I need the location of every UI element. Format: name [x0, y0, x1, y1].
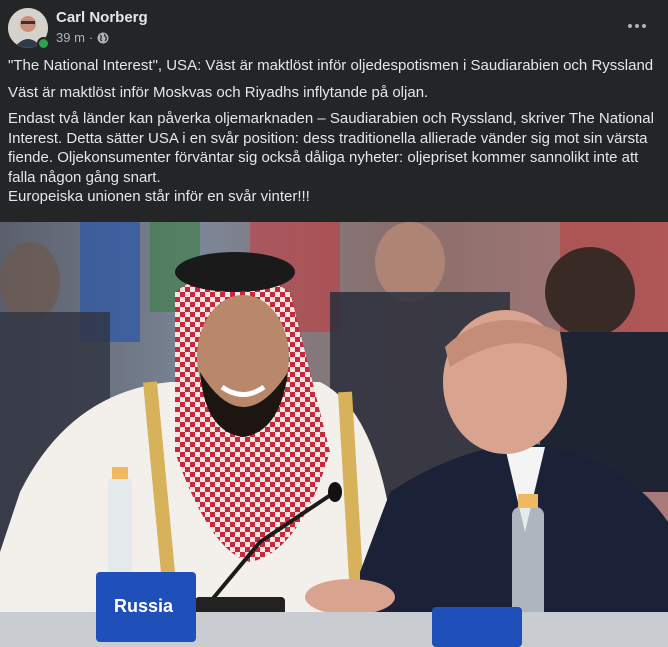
post-header: Carl Norberg 39 m · [0, 0, 668, 54]
post-paragraph: Endast två länder kan påverka oljemarkna… [8, 110, 654, 186]
post-paragraph: Europeiska unionen står inför en svår vi… [8, 188, 310, 205]
post-paragraph: Väst är maktlöst inför Moskvas och Riyad… [8, 83, 429, 101]
post-meta: 39 m · [56, 30, 109, 45]
author-name[interactable]: Carl Norberg [56, 9, 148, 26]
post-timestamp[interactable]: 39 m [56, 30, 85, 45]
online-status-dot [37, 37, 50, 50]
post-paragraph: "The National Interest", USA: Väst är ma… [8, 57, 654, 74]
more-options-button[interactable] [620, 12, 654, 40]
more-horizontal-icon [628, 24, 632, 28]
meta-separator: · [88, 30, 94, 45]
name-placard: Russia [114, 596, 174, 616]
feed-post: Carl Norberg 39 m · "The National Intere… [0, 0, 668, 647]
globe-icon[interactable] [97, 32, 109, 44]
post-text: "The National Interest", USA: Väst är ma… [8, 56, 660, 207]
post-photo[interactable]: Russia [0, 222, 668, 647]
